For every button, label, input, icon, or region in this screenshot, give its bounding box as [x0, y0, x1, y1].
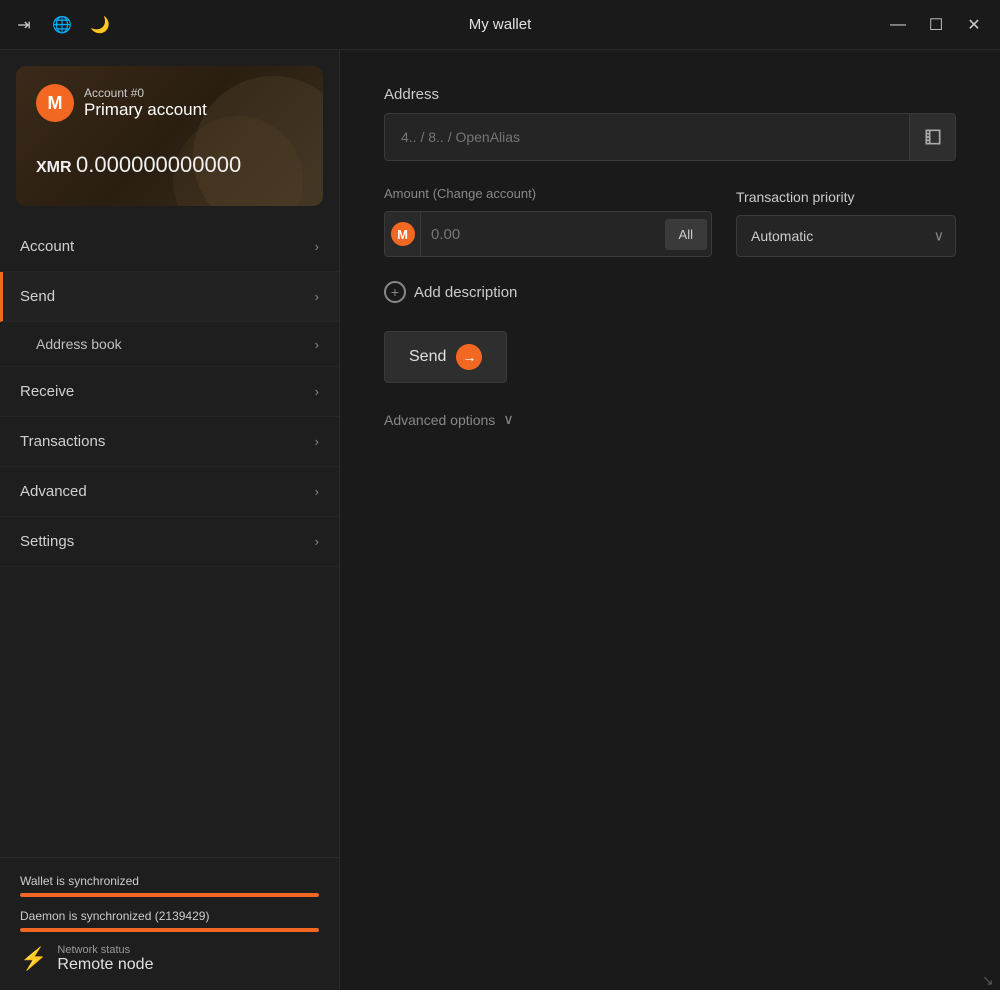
network-status-value: Remote node — [57, 956, 153, 974]
resize-handle[interactable]: ↘ — [982, 972, 996, 986]
address-book-button[interactable] — [909, 114, 955, 160]
window-title: My wallet — [469, 16, 532, 33]
priority-select-wrap: Automatic Unimportant Normal Elevated Pr… — [736, 215, 956, 257]
main-layout: M Account #0 Primary account XMR 0.00000… — [0, 50, 1000, 990]
globe-icon[interactable]: 🌐 — [50, 13, 74, 37]
minimize-button[interactable]: — — [884, 11, 912, 39]
wallet-sync-label: Wallet is synchronized — [20, 874, 319, 888]
priority-section: Transaction priority Automatic Unimporta… — [736, 189, 956, 257]
amount-section: Amount (Change account) M All — [384, 185, 712, 257]
amount-label: Amount (Change account) — [384, 185, 712, 201]
sidebar: M Account #0 Primary account XMR 0.00000… — [0, 50, 340, 990]
chevron-right-icon: › — [315, 337, 319, 352]
plus-circle-icon: + — [384, 281, 406, 303]
balance-currency: XMR — [36, 159, 72, 176]
daemon-sync-bar — [20, 928, 319, 932]
priority-label: Transaction priority — [736, 189, 956, 205]
account-header: M Account #0 Primary account — [36, 84, 303, 122]
chevron-right-icon: › — [315, 239, 319, 254]
monero-icon-small: M — [385, 212, 421, 256]
network-status-label: Network status — [57, 944, 153, 956]
account-info: Account #0 Primary account — [84, 86, 207, 120]
account-card: M Account #0 Primary account XMR 0.00000… — [16, 66, 323, 206]
sidebar-item-advanced[interactable]: Advanced › — [0, 467, 339, 517]
send-arrow-icon: → — [456, 344, 482, 370]
chevron-right-icon: › — [315, 434, 319, 449]
account-balance: XMR 0.000000000000 — [36, 152, 303, 178]
chevron-right-icon: › — [315, 484, 319, 499]
address-input-wrap — [384, 113, 956, 161]
address-input[interactable] — [385, 115, 909, 159]
amount-priority-row: Amount (Change account) M All Transactio… — [384, 185, 956, 257]
chevron-right-icon: › — [315, 289, 319, 304]
address-label: Address — [384, 86, 956, 103]
advanced-options-toggle[interactable]: Advanced options ∨ — [384, 411, 956, 428]
monero-circle-small: M — [391, 222, 415, 246]
daemon-sync-fill — [20, 928, 319, 932]
amount-input-wrap: M All — [384, 211, 712, 257]
all-button[interactable]: All — [665, 219, 707, 250]
account-name: Primary account — [84, 100, 207, 120]
priority-select[interactable]: Automatic Unimportant Normal Elevated Pr… — [736, 215, 956, 257]
moon-icon[interactable]: 🌙 — [88, 13, 112, 37]
titlebar-left: ⇥ 🌐 🌙 — [12, 13, 112, 37]
close-button[interactable]: ✕ — [960, 11, 988, 39]
monero-logo: M — [36, 84, 74, 122]
account-number: Account #0 — [84, 86, 207, 100]
add-description-button[interactable]: + Add description — [384, 281, 956, 303]
chevron-right-icon: › — [315, 534, 319, 549]
titlebar: ⇥ 🌐 🌙 My wallet — ☐ ✕ — [0, 0, 1000, 50]
sidebar-item-account[interactable]: Account › — [0, 222, 339, 272]
sidebar-item-settings[interactable]: Settings › — [0, 517, 339, 567]
lightning-icon: ⚡ — [20, 946, 47, 972]
chevron-down-icon: ∨ — [503, 411, 513, 428]
network-status: ⚡ Network status Remote node — [20, 944, 319, 974]
sidebar-item-receive[interactable]: Receive › — [0, 367, 339, 417]
amount-input[interactable] — [421, 214, 661, 255]
sidebar-item-transactions[interactable]: Transactions › — [0, 417, 339, 467]
chevron-right-icon: › — [315, 384, 319, 399]
wallet-sync-fill — [20, 893, 319, 897]
content-area: Address Amount (Change account) M — [340, 50, 1000, 990]
sidebar-item-send[interactable]: Send › — [0, 272, 339, 322]
exit-icon[interactable]: ⇥ — [12, 13, 36, 37]
titlebar-controls: — ☐ ✕ — [884, 11, 988, 39]
sidebar-item-address-book[interactable]: Address book › — [0, 322, 339, 367]
sidebar-bottom: Wallet is synchronized Daemon is synchro… — [0, 857, 339, 990]
balance-amount: 0.000000000000 — [76, 152, 241, 177]
send-button[interactable]: Send → — [384, 331, 507, 383]
daemon-sync-label: Daemon is synchronized (2139429) — [20, 909, 319, 923]
maximize-button[interactable]: ☐ — [922, 11, 950, 39]
wallet-sync-bar — [20, 893, 319, 897]
network-text: Network status Remote node — [57, 944, 153, 974]
